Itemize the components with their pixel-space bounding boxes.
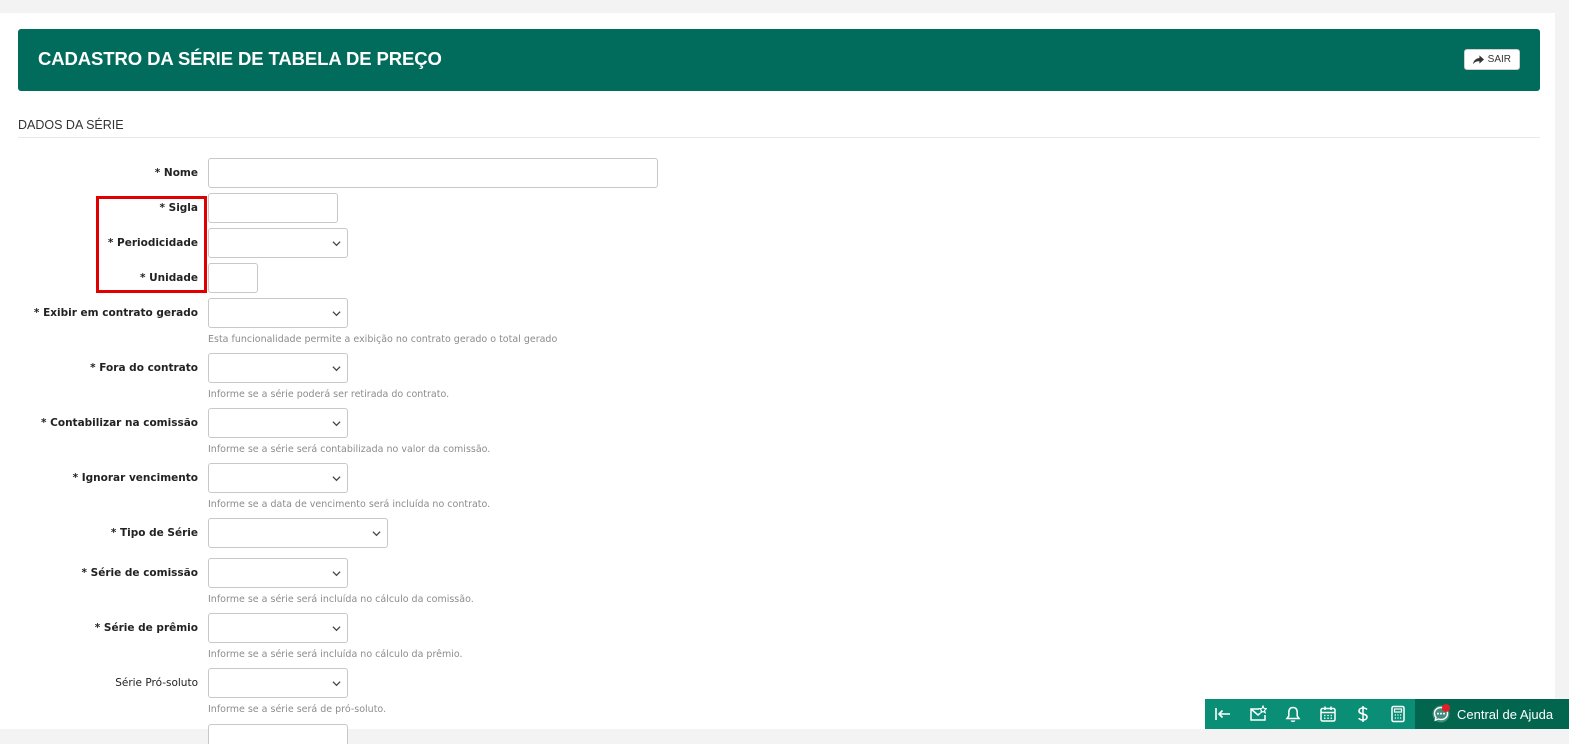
form-row-serie-comissao: * Série de comissão Informe se a série s… bbox=[0, 558, 1000, 605]
chevron-down-icon bbox=[332, 681, 341, 687]
form-row-unidade: * Unidade bbox=[0, 263, 1000, 293]
chevron-down-icon bbox=[332, 571, 341, 577]
notifications-button[interactable] bbox=[1275, 699, 1310, 729]
form-row-fora-contrato: * Fora do contrato Informe se a série po… bbox=[0, 353, 1000, 400]
bell-icon bbox=[1285, 706, 1300, 723]
ignorar-vencimento-select[interactable] bbox=[208, 463, 348, 493]
field-label: * Série de prêmio bbox=[94, 622, 198, 634]
field-label: * Contabilizar na comissão bbox=[41, 417, 198, 429]
exit-button-label: SAIR bbox=[1487, 54, 1511, 65]
field-help-text: Esta funcionalidade permite a exibição n… bbox=[208, 334, 558, 345]
chevron-down-icon bbox=[332, 366, 341, 372]
form-row-periodicidade: * Periodicidade bbox=[0, 228, 1000, 258]
chevron-down-icon bbox=[372, 531, 381, 537]
calendar-button[interactable] bbox=[1310, 699, 1345, 729]
fora-contrato-select[interactable] bbox=[208, 353, 348, 383]
calendar-icon bbox=[1319, 706, 1336, 722]
chevron-down-icon bbox=[332, 311, 341, 317]
exibir-contrato-select[interactable] bbox=[208, 298, 348, 328]
chevron-down-icon bbox=[332, 241, 341, 247]
serie-comissao-select[interactable] bbox=[208, 558, 348, 588]
collapse-left-icon bbox=[1214, 708, 1230, 720]
contabilizar-comissao-select[interactable] bbox=[208, 408, 348, 438]
field-help-text: Informe se a série será contabilizada no… bbox=[208, 444, 491, 455]
section-divider bbox=[18, 137, 1540, 138]
notification-dot bbox=[1442, 704, 1450, 712]
form-row-sigla: * Sigla bbox=[0, 193, 1000, 223]
field-help-text: Informe se a série será de pró-soluto. bbox=[208, 704, 387, 715]
sigla-input[interactable] bbox=[208, 193, 338, 223]
help-center-label: Central de Ajuda bbox=[1457, 706, 1554, 722]
form-row-exibir-contrato: * Exibir em contrato gerado Esta funcion… bbox=[0, 298, 1000, 345]
page-header: CADASTRO DA SÉRIE DE TABELA DE PREÇO SAI… bbox=[18, 29, 1540, 91]
field-help-text: Informe se a série será incluída no cálc… bbox=[208, 594, 474, 605]
field-label: * Série de comissão bbox=[81, 567, 198, 579]
field-label: * Tipo de Série bbox=[110, 527, 198, 539]
next-field-select[interactable] bbox=[208, 724, 348, 744]
section-title: DADOS DA SÉRIE bbox=[18, 118, 124, 132]
periodicidade-select[interactable] bbox=[208, 228, 348, 258]
field-label: * Exibir em contrato gerado bbox=[33, 307, 198, 319]
bottom-toolbar: Central de Ajuda bbox=[1205, 699, 1569, 729]
chat-bubble-icon bbox=[1431, 704, 1451, 724]
chevron-down-icon bbox=[332, 476, 341, 482]
field-label: * Unidade bbox=[140, 272, 198, 284]
field-label: * Sigla bbox=[159, 202, 198, 214]
mail-star-icon bbox=[1249, 705, 1267, 721]
form-row-nome: * Nome bbox=[0, 158, 1000, 188]
help-center-button[interactable]: Central de Ajuda bbox=[1415, 699, 1569, 729]
form-row-contabilizar-comissao: * Contabilizar na comissão Informe se a … bbox=[0, 408, 1000, 455]
field-help-text: Informe se a data de vencimento será inc… bbox=[208, 499, 491, 510]
calculator-button[interactable] bbox=[1380, 699, 1415, 729]
field-label: * Ignorar vencimento bbox=[72, 472, 198, 484]
form-row-serie-premio: * Série de prêmio Informe se a série ser… bbox=[0, 613, 1000, 660]
field-label: * Nome bbox=[154, 167, 198, 179]
field-help-text: Informe se a série será incluída no cálc… bbox=[208, 649, 463, 660]
chevron-down-icon bbox=[332, 421, 341, 427]
serie-premio-select[interactable] bbox=[208, 613, 348, 643]
unidade-input[interactable] bbox=[208, 263, 258, 293]
messages-button[interactable] bbox=[1240, 699, 1275, 729]
page-title: CADASTRO DA SÉRIE DE TABELA DE PREÇO bbox=[38, 48, 442, 69]
exit-button[interactable]: SAIR bbox=[1463, 49, 1520, 70]
form-row-tipo-serie: * Tipo de Série bbox=[0, 518, 1000, 548]
collapse-left-button[interactable] bbox=[1205, 699, 1240, 729]
form-row-serie-pro-soluto: Série Pró-soluto Informe se a série será… bbox=[0, 668, 1000, 715]
field-label: * Periodicidade bbox=[107, 237, 198, 249]
nome-input[interactable] bbox=[208, 158, 658, 188]
calculator-icon bbox=[1390, 705, 1405, 723]
field-help-text: Informe se a série poderá ser retirada d… bbox=[208, 389, 450, 400]
dollar-icon bbox=[1357, 706, 1368, 722]
share-arrow-icon bbox=[1472, 54, 1484, 64]
chevron-down-icon bbox=[332, 626, 341, 632]
page-content: CADASTRO DA SÉRIE DE TABELA DE PREÇO SAI… bbox=[0, 13, 1555, 744]
form-row-ignorar-vencimento: * Ignorar vencimento Informe se a data d… bbox=[0, 463, 1000, 510]
financial-button[interactable] bbox=[1345, 699, 1380, 729]
tipo-serie-select[interactable] bbox=[208, 518, 388, 548]
field-label: * Fora do contrato bbox=[90, 362, 198, 374]
serie-pro-soluto-select[interactable] bbox=[208, 668, 348, 698]
field-label: Série Pró-soluto bbox=[115, 677, 198, 689]
